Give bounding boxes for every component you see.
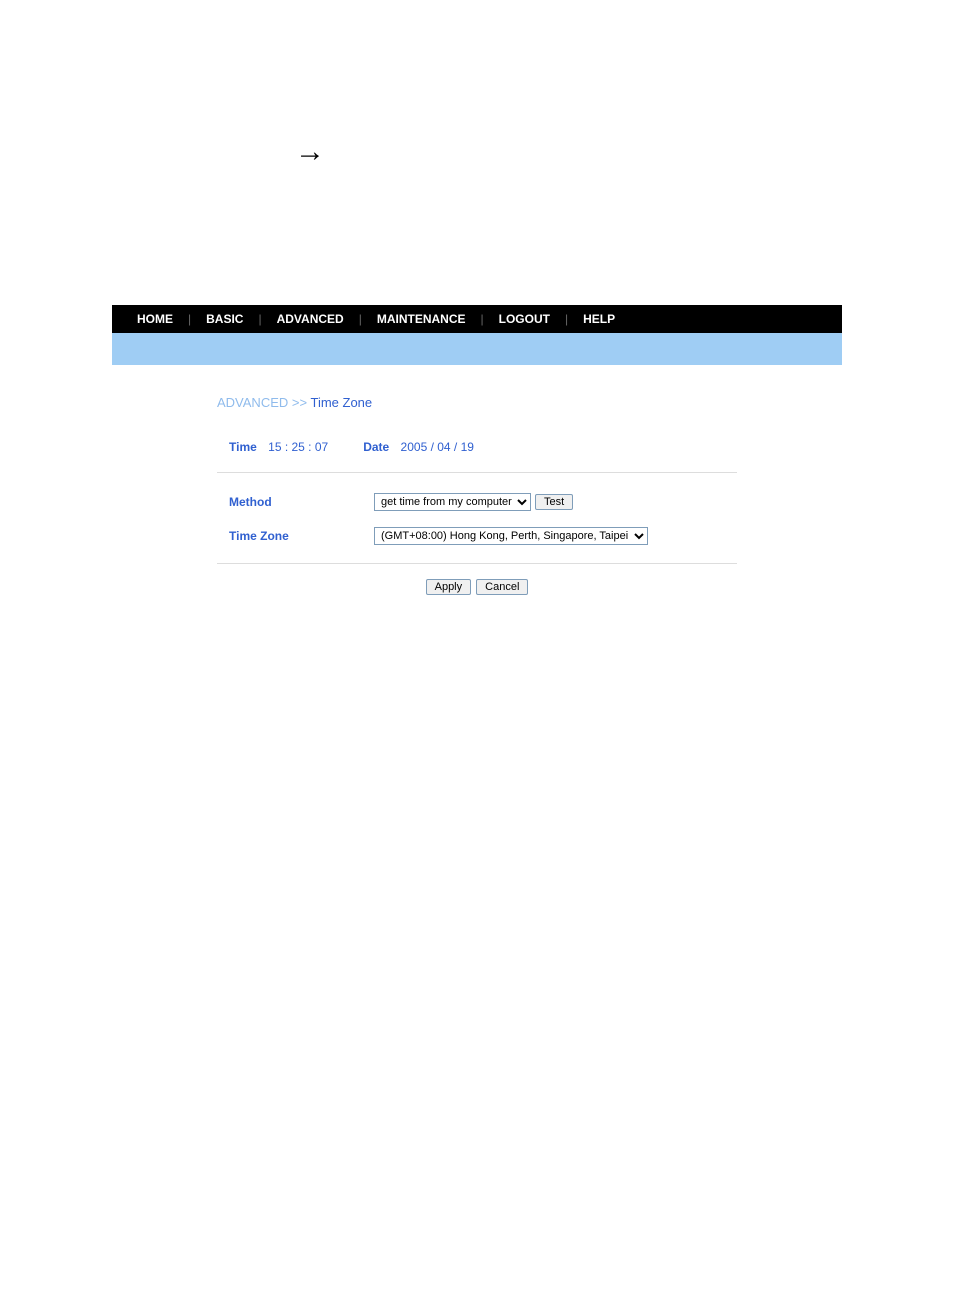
page-container: HOME | BASIC | ADVANCED | MAINTENANCE | … xyxy=(112,305,842,635)
timezone-select[interactable]: (GMT+08:00) Hong Kong, Perth, Singapore,… xyxy=(374,527,648,545)
breadcrumb-section[interactable]: ADVANCED xyxy=(217,395,288,410)
nav-separator: | xyxy=(481,312,484,326)
method-select[interactable]: get time from my computer xyxy=(374,493,531,511)
apply-button[interactable]: Apply xyxy=(426,579,472,595)
nav-help[interactable]: HELP xyxy=(583,312,615,326)
method-label: Method xyxy=(229,495,374,509)
breadcrumb-page: Time Zone xyxy=(310,395,372,410)
test-button[interactable]: Test xyxy=(535,494,573,510)
top-nav: HOME | BASIC | ADVANCED | MAINTENANCE | … xyxy=(112,305,842,333)
button-row: Apply Cancel xyxy=(217,564,737,595)
method-row: Method get time from my computer Test xyxy=(229,493,725,511)
breadcrumb-separator: >> xyxy=(292,395,307,410)
cancel-button[interactable]: Cancel xyxy=(476,579,528,595)
nav-separator: | xyxy=(565,312,568,326)
nav-logout[interactable]: LOGOUT xyxy=(499,312,550,326)
nav-maintenance[interactable]: MAINTENANCE xyxy=(377,312,466,326)
date-value: 2005 / 04 / 19 xyxy=(401,440,474,454)
nav-separator: | xyxy=(359,312,362,326)
time-label: Time xyxy=(229,440,257,454)
date-label: Date xyxy=(363,440,389,454)
nav-home[interactable]: HOME xyxy=(137,312,173,326)
header-bar xyxy=(112,333,842,365)
content-area: ADVANCED >> Time Zone Time 15 : 25 : 07 … xyxy=(112,365,842,635)
time-value: 15 : 25 : 07 xyxy=(268,440,328,454)
form-section: Method get time from my computer Test Ti… xyxy=(217,473,737,564)
arrow-icon: → xyxy=(295,135,325,169)
nav-advanced[interactable]: ADVANCED xyxy=(277,312,344,326)
nav-basic[interactable]: BASIC xyxy=(206,312,243,326)
time-date-row: Time 15 : 25 : 07 Date 2005 / 04 / 19 xyxy=(217,440,737,473)
breadcrumb: ADVANCED >> Time Zone xyxy=(217,395,737,410)
timezone-label: Time Zone xyxy=(229,529,374,543)
nav-separator: | xyxy=(188,312,191,326)
timezone-row: Time Zone (GMT+08:00) Hong Kong, Perth, … xyxy=(229,527,725,545)
nav-separator: | xyxy=(258,312,261,326)
